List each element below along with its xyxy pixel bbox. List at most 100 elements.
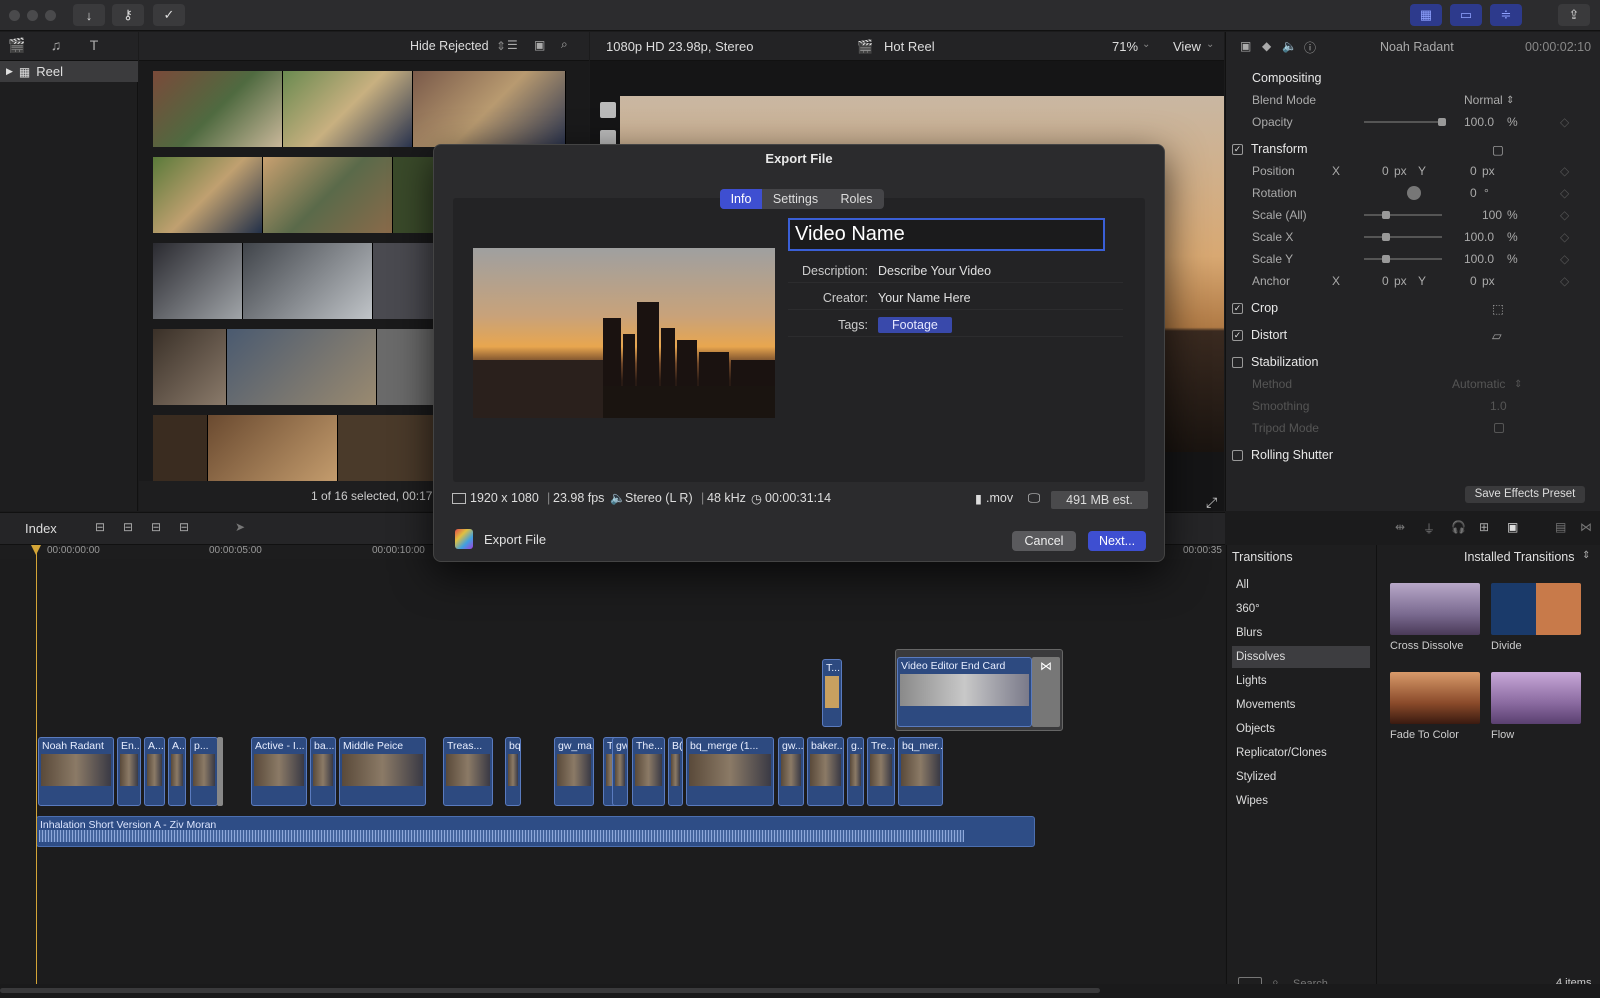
storyline-clip[interactable]: p...	[190, 737, 218, 806]
browser-toggle-button[interactable]: ▦	[1410, 4, 1442, 26]
storyline-clip[interactable]: B(	[668, 737, 683, 806]
scale-x-slider[interactable]	[1364, 236, 1442, 238]
tab-info[interactable]: Info	[720, 189, 762, 209]
transition-category[interactable]: 360°	[1232, 598, 1370, 620]
scale-y-slider-knob[interactable]	[1382, 255, 1390, 263]
solo-icon[interactable]: 🎧	[1451, 520, 1466, 534]
anchor-y-value[interactable]: 0	[1470, 274, 1477, 288]
filmstrip[interactable]	[153, 157, 439, 233]
transition-category[interactable]: Movements	[1232, 694, 1370, 716]
overwrite-clip-icon[interactable]: ⊟	[179, 520, 189, 534]
video-inspector-icon[interactable]: ▣	[1240, 39, 1251, 53]
index-button[interactable]: Index	[25, 521, 57, 536]
close-window-button[interactable]	[9, 10, 20, 21]
transitions-browser-icon[interactable]: ⋈	[1580, 520, 1592, 534]
skimming-icon[interactable]: ⇹	[1395, 520, 1405, 534]
blend-mode-popup[interactable]: Normal	[1464, 93, 1503, 107]
disclosure-icon[interactable]: ▶	[6, 66, 13, 77]
anchor-x-value[interactable]: 0	[1382, 274, 1389, 288]
scale-x-value[interactable]: 100.0	[1464, 230, 1494, 244]
zoom-window-button[interactable]	[45, 10, 56, 21]
clip-appearance-icon[interactable]: ▣	[1507, 520, 1518, 534]
sidebar-item-reel[interactable]: ▶ ▦ Reel	[0, 61, 138, 82]
storyline-clip[interactable]: En...	[117, 737, 141, 806]
position-x-value[interactable]: 0	[1382, 164, 1389, 178]
storyline-clip[interactable]: Middle Peice	[339, 737, 426, 806]
rotation-dial[interactable]	[1407, 186, 1421, 200]
zoom-popup[interactable]: 71%	[1112, 39, 1138, 54]
transition-marker[interactable]: ⋈	[1032, 657, 1060, 727]
color-inspector-icon[interactable]: ◆	[1262, 39, 1271, 53]
transform-overlay-icon[interactable]: ▢	[1492, 142, 1504, 157]
save-effects-preset-button[interactable]: Save Effects Preset	[1465, 486, 1585, 503]
storyline-clip[interactable]: Tre...	[867, 737, 895, 806]
tab-roles[interactable]: Roles	[829, 189, 884, 209]
insert-clip-icon[interactable]: ⊟	[123, 520, 133, 534]
transition-tile-flow[interactable]	[1491, 672, 1581, 724]
transition-category[interactable]: Wipes	[1232, 790, 1370, 812]
filter-popup[interactable]: Hide Rejected	[410, 39, 489, 53]
rolling-shutter-checkbox[interactable]	[1232, 449, 1243, 461]
next-button[interactable]: Next...	[1088, 531, 1146, 551]
scale-all-slider-knob[interactable]	[1382, 211, 1390, 219]
storyline-clip[interactable]: Treas...	[443, 737, 493, 806]
method-popup[interactable]: Automatic	[1452, 377, 1505, 391]
scale-all-value[interactable]: 100	[1482, 208, 1502, 222]
storyline-clip[interactable]: bq_mer...	[898, 737, 943, 806]
audio-inspector-icon[interactable]: 🔈	[1282, 39, 1297, 53]
crop-checkbox[interactable]: ✓	[1232, 302, 1243, 314]
section-crop[interactable]: ✓ Crop ⬚	[1232, 297, 1592, 319]
keyword-button[interactable]: ⚷	[112, 4, 144, 26]
share-button[interactable]: ⇪	[1558, 4, 1590, 26]
connected-clip[interactable]: Video Editor End Card	[897, 657, 1032, 727]
rotation-value[interactable]: 0	[1470, 186, 1477, 200]
storyline-clip[interactable]: Noah Radant	[38, 737, 114, 806]
description-field[interactable]: Describe Your Video	[878, 264, 991, 278]
select-tool-icon[interactable]: ➤	[235, 520, 245, 534]
storyline-clip[interactable]: bq_merge (1...	[686, 737, 774, 806]
filmstrip[interactable]	[153, 71, 566, 147]
storyline-clip[interactable]: ba...	[310, 737, 336, 806]
audio-skimming-icon[interactable]: ⏚	[1423, 520, 1435, 537]
transform-handle[interactable]	[600, 102, 616, 118]
section-rolling-shutter[interactable]: Rolling Shutter	[1232, 444, 1592, 466]
creator-field[interactable]: Your Name Here	[878, 291, 971, 305]
transition-tile-fade-to-color[interactable]	[1390, 672, 1480, 724]
effects-browser-icon[interactable]: ▤	[1555, 520, 1566, 534]
storyline-clip[interactable]: gw_ma...	[554, 737, 594, 806]
search-icon[interactable]: ⌕	[561, 37, 568, 52]
fullscreen-icon[interactable]: ⤢	[1206, 494, 1217, 511]
stabilization-checkbox[interactable]	[1232, 356, 1243, 368]
transition-category[interactable]: Objects	[1232, 718, 1370, 740]
storyline-clip[interactable]: baker...	[807, 737, 844, 806]
storyline-clip[interactable]: A...	[168, 737, 186, 806]
tab-settings[interactable]: Settings	[762, 189, 829, 209]
scale-y-slider[interactable]	[1364, 258, 1442, 260]
transition-tile-divide[interactable]	[1491, 583, 1581, 635]
distort-overlay-icon[interactable]: ▱	[1492, 328, 1502, 343]
transition-category[interactable]: Stylized	[1232, 766, 1370, 788]
cancel-button[interactable]: Cancel	[1012, 531, 1076, 551]
transition-tile-cross-dissolve[interactable]	[1390, 583, 1480, 635]
inspector-toggle-button[interactable]: ≑	[1490, 4, 1522, 26]
append-clip-icon[interactable]: ⊟	[151, 520, 161, 534]
video-name-field[interactable]	[788, 218, 1105, 251]
audio-clip[interactable]: Inhalation Short Version A - Ziv Moran	[36, 816, 1035, 847]
section-transform[interactable]: ✓ Transform ▢	[1232, 138, 1592, 160]
import-button[interactable]: ↓	[73, 4, 105, 26]
distort-checkbox[interactable]: ✓	[1232, 329, 1243, 341]
opacity-slider[interactable]	[1364, 121, 1442, 123]
opacity-slider-knob[interactable]	[1438, 118, 1446, 126]
storyline-clip[interactable]: gw...	[778, 737, 804, 806]
list-view-icon[interactable]: ☰	[507, 38, 518, 52]
opacity-value[interactable]: 100.0	[1464, 115, 1494, 129]
transition-category[interactable]: Dissolves	[1232, 646, 1370, 668]
scale-y-value[interactable]: 100.0	[1464, 252, 1494, 266]
timeline-toggle-button[interactable]: ▭	[1450, 4, 1482, 26]
installed-transitions-popup[interactable]: Installed Transitions	[1464, 550, 1574, 564]
photos-audio-icon[interactable]: ♫	[46, 37, 66, 55]
transition-category[interactable]: All	[1232, 574, 1370, 596]
storyline-clip[interactable]: bq...	[505, 737, 521, 806]
scale-x-slider-knob[interactable]	[1382, 233, 1390, 241]
transition-category[interactable]: Blurs	[1232, 622, 1370, 644]
